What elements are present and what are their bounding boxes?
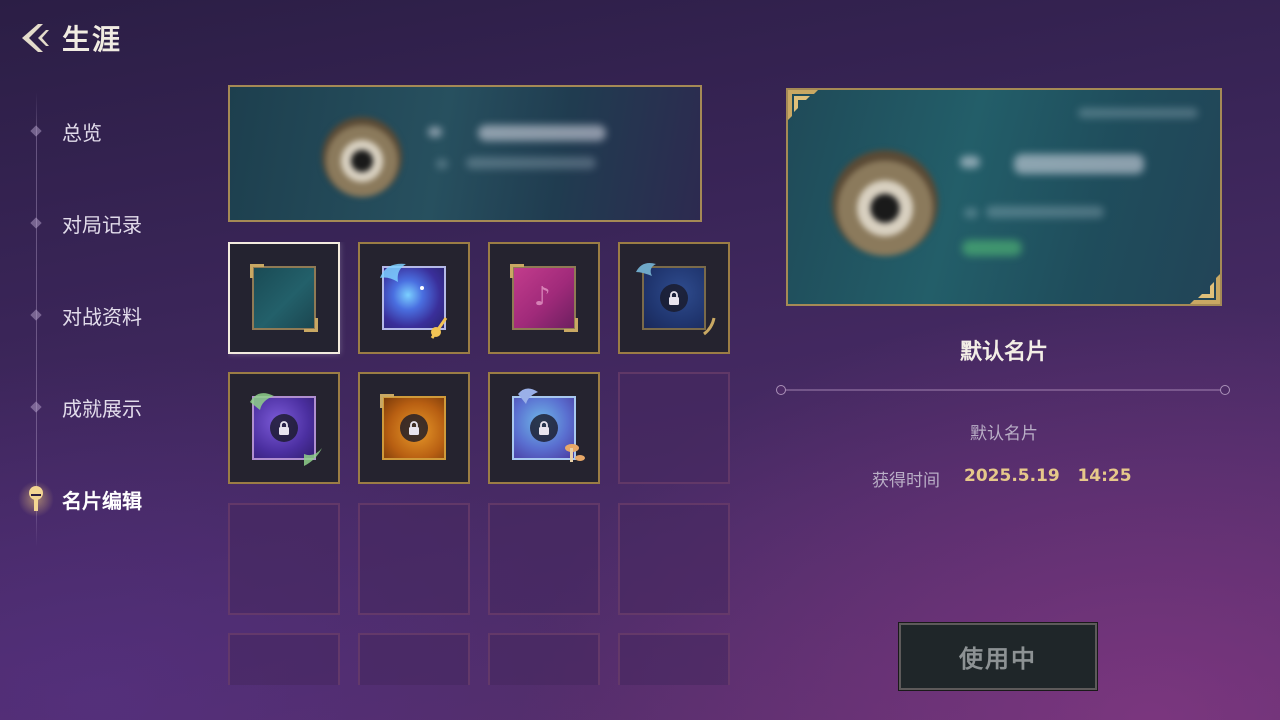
avatar	[322, 117, 402, 197]
blurred-sub-info	[466, 157, 596, 169]
card-preview	[228, 85, 702, 222]
frame-corner-icon	[380, 394, 394, 408]
nav-dot-icon	[30, 401, 42, 413]
frame-corner-icon	[788, 90, 818, 120]
card-cell-empty	[358, 503, 470, 615]
header: 生涯	[16, 18, 122, 58]
back-arrow-icon	[22, 24, 49, 52]
music-note-icon: ♪	[534, 282, 551, 312]
card-cell[interactable]: ♪	[488, 242, 600, 354]
lock-icon	[539, 421, 549, 435]
lock-badge	[400, 414, 428, 442]
nav-item-overview[interactable]: 总览	[0, 111, 200, 151]
nav-item-label: 对战资料	[62, 304, 142, 329]
card-name: 默认名片	[959, 340, 1048, 365]
card-description: 默认名片	[970, 424, 1038, 444]
card-cell-empty	[618, 372, 730, 484]
lock-badge	[660, 284, 688, 312]
blurred-player-name	[478, 125, 606, 141]
card-cell-empty	[618, 633, 730, 685]
nav-item-label: 名片编辑	[62, 488, 142, 513]
page-title: 生涯	[62, 23, 123, 56]
nav-item-label: 成就展示	[62, 396, 142, 421]
card-cell-locked[interactable]	[228, 372, 340, 484]
in-use-button[interactable]: 使用中	[898, 622, 1098, 691]
obtain-time-label: 获得时间	[872, 471, 940, 491]
obtain-time-row: 获得时间 2025.5.19 14:25	[872, 466, 1132, 491]
frame-corner-icon	[250, 264, 264, 278]
divider-end-icon	[1220, 385, 1230, 395]
frame-corner-icon	[304, 318, 318, 332]
nav-dot-icon	[30, 217, 42, 229]
blurred-player-name	[1014, 154, 1144, 174]
lock-icon	[279, 421, 289, 435]
avatar	[832, 150, 938, 256]
galaxy-ornament-icon	[380, 263, 448, 339]
blurred-sub-icon	[964, 208, 978, 218]
lock-icon	[409, 421, 419, 435]
nav-item-label: 对局记录	[62, 212, 142, 237]
card-cell-empty	[488, 633, 600, 685]
frame-corner-icon	[1190, 274, 1220, 304]
blurred-sub-info	[986, 206, 1104, 218]
blurred-status-badge	[962, 240, 1022, 256]
card-cell-empty	[228, 503, 340, 615]
lock-icon	[669, 291, 679, 305]
nav-dot-icon	[30, 125, 42, 137]
card-cell-empty	[228, 633, 340, 685]
card-cell-locked[interactable]	[488, 372, 600, 484]
frame-corner-icon	[510, 264, 524, 278]
card-cell-selected[interactable]	[228, 242, 340, 354]
card-cell-locked[interactable]	[618, 242, 730, 354]
lock-badge	[530, 414, 558, 442]
blurred-sub-icon	[436, 159, 448, 169]
obtain-time-value: 2025.5.19 14:25	[964, 466, 1132, 486]
divider-end-icon	[776, 385, 786, 395]
detail-card-preview	[786, 88, 1222, 306]
card-grid: ♪	[228, 242, 732, 685]
card-cell-empty	[358, 633, 470, 685]
blurred-rank-icon	[428, 127, 442, 137]
nav-item-achievements[interactable]: 成就展示	[0, 387, 200, 427]
blurred-rank-icon	[960, 156, 980, 168]
card-cell-locked[interactable]	[358, 372, 470, 484]
nav-item-battle-stats[interactable]: 对战资料	[0, 295, 200, 335]
card-cell[interactable]	[358, 242, 470, 354]
nav-item-match-history[interactable]: 对局记录	[0, 203, 200, 243]
divider	[776, 385, 1230, 395]
card-cell-empty	[488, 503, 600, 615]
active-marker-icon	[29, 486, 43, 511]
card-cell-empty	[618, 503, 730, 615]
blurred-header-info	[1078, 108, 1198, 118]
nav-dot-icon	[30, 309, 42, 321]
nav-item-card-edit[interactable]: 名片编辑	[0, 479, 200, 519]
frame-corner-icon	[564, 318, 578, 332]
back-button[interactable]	[16, 20, 52, 56]
lock-badge	[270, 414, 298, 442]
nav-item-label: 总览	[62, 120, 102, 145]
